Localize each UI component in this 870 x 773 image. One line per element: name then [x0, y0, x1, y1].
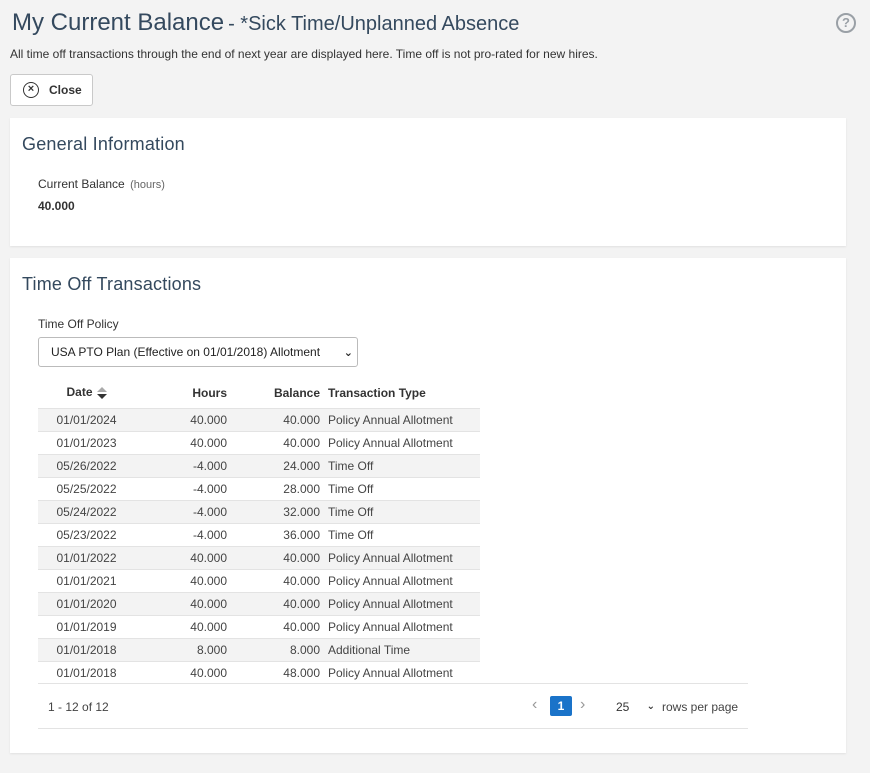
- cell-balance: 28.000: [232, 476, 320, 500]
- cell-hours: 40.000: [135, 660, 232, 684]
- cell-hours: 40.000: [135, 430, 232, 454]
- sort-icon[interactable]: [96, 386, 107, 400]
- cell-date: 01/01/2018: [38, 660, 135, 684]
- cell-transaction-type: Time Off: [320, 499, 480, 523]
- chevron-left-icon[interactable]: ‹: [532, 696, 537, 714]
- close-label: Close: [49, 83, 82, 97]
- pagination-bar: 1 - 12 of 12 ‹ 1 › 25 ⌄ rows per page: [38, 683, 748, 729]
- policy-label: Time Off Policy: [38, 317, 119, 331]
- general-heading: General Information: [22, 134, 185, 154]
- current-balance-label: Current Balance (hours): [38, 177, 165, 191]
- rows-per-page-select[interactable]: 25 ⌄: [612, 696, 658, 718]
- cell-hours: 8.000: [135, 637, 232, 661]
- table-row: 01/01/2018 8.000 8.000 Additional Time: [38, 637, 480, 661]
- cell-transaction-type: Policy Annual Allotment: [320, 545, 480, 569]
- table-row: 01/01/2024 40.000 40.000 Policy Annual Allo…: [38, 407, 480, 431]
- cell-date: 01/01/2024: [38, 407, 135, 431]
- rows-per-page-label: rows per page: [662, 700, 739, 714]
- record-count: 1 - 12 of 12: [48, 700, 109, 714]
- cell-transaction-type: Policy Annual Allotment: [320, 430, 480, 454]
- question-circle-icon[interactable]: ?: [836, 13, 856, 33]
- chevron-right-icon[interactable]: ›: [580, 696, 585, 714]
- page-subtitle: - *Sick Time/Unplanned Absence: [228, 13, 520, 35]
- cell-balance: 40.000: [232, 614, 320, 638]
- cell-hours: 40.000: [135, 591, 232, 615]
- chevron-down-icon: ⌄: [646, 701, 655, 712]
- cell-balance: 40.000: [232, 407, 320, 431]
- cell-balance: 40.000: [232, 568, 320, 592]
- column-header-date[interactable]: Date: [38, 378, 135, 408]
- cell-balance: 36.000: [232, 522, 320, 546]
- cell-transaction-type: Policy Annual Allotment: [320, 407, 480, 431]
- current-balance-value: 40.000: [38, 199, 75, 213]
- cell-balance: 24.000: [232, 453, 320, 477]
- cell-hours: -4.000: [135, 453, 232, 477]
- table-row: 01/01/2020 40.000 40.000 Policy Annual Allo…: [38, 591, 480, 615]
- balance-label-text: Current Balance: [38, 177, 125, 191]
- column-header-transaction-type: Transaction Type: [328, 385, 426, 400]
- cell-hours: -4.000: [135, 522, 232, 546]
- cell-date: 05/23/2022: [38, 522, 135, 546]
- time-off-transactions-card: Time Off Transactions Time Off Policy US…: [10, 258, 846, 753]
- table-row: 01/01/2023 40.000 40.000 Policy Annual Allo…: [38, 430, 480, 454]
- cell-hours: -4.000: [135, 499, 232, 523]
- cell-transaction-type: Policy Annual Allotment: [320, 591, 480, 615]
- table-row: 05/25/2022 -4.000 28.000 Time Off: [38, 476, 480, 500]
- date-header-label: Date: [66, 385, 93, 400]
- page-title-main: My Current Balance: [12, 9, 225, 36]
- cell-balance: 8.000: [232, 637, 320, 661]
- close-circle-icon: ×: [23, 82, 39, 98]
- cell-date: 01/01/2019: [38, 614, 135, 638]
- transactions-table: Date Hours Balance Transaction Type 01/0…: [38, 378, 480, 684]
- page-button-current[interactable]: 1: [550, 696, 572, 716]
- rows-per-page-value: 25: [616, 700, 630, 714]
- cell-date: 01/01/2021: [38, 568, 135, 592]
- cell-transaction-type: Time Off: [320, 476, 480, 500]
- cell-balance: 32.000: [232, 499, 320, 523]
- cell-balance: 40.000: [232, 545, 320, 569]
- transactions-heading: Time Off Transactions: [22, 274, 202, 294]
- chevron-down-icon: ⌄: [343, 347, 353, 359]
- cell-balance: 40.000: [232, 430, 320, 454]
- balance-unit: (hours): [130, 179, 165, 191]
- column-header-balance: Balance: [273, 385, 320, 400]
- cell-transaction-type: Time Off: [320, 453, 480, 477]
- cell-date: 05/25/2022: [38, 476, 135, 500]
- cell-hours: 40.000: [135, 545, 232, 569]
- close-button[interactable]: × Close: [10, 74, 93, 106]
- cell-date: 01/01/2022: [38, 545, 135, 569]
- table-row: 01/01/2018 40.000 48.000 Policy Annual Allo…: [38, 660, 480, 684]
- policy-select-value: USA PTO Plan (Effective on 01/01/2018) A…: [51, 345, 321, 359]
- cell-hours: 40.000: [135, 407, 232, 431]
- cell-date: 05/24/2022: [38, 499, 135, 523]
- cell-date: 05/26/2022: [38, 453, 135, 477]
- table-row: 01/01/2019 40.000 40.000 Policy Annual Allo…: [38, 614, 480, 638]
- general-information-card: General Information Current Balance (hou…: [10, 118, 846, 246]
- cell-hours: 40.000: [135, 614, 232, 638]
- table-row: 01/01/2021 40.000 40.000 Policy Annual Allo…: [38, 568, 480, 592]
- cell-date: 01/01/2023: [38, 430, 135, 454]
- cell-date: 01/01/2020: [38, 591, 135, 615]
- cell-transaction-type: Policy Annual Allotment: [320, 660, 480, 684]
- cell-transaction-type: Policy Annual Allotment: [320, 568, 480, 592]
- cell-transaction-type: Time Off: [320, 522, 480, 546]
- table-row: 05/24/2022 -4.000 32.000 Time Off: [38, 499, 480, 523]
- cell-hours: -4.000: [135, 476, 232, 500]
- column-header-hours: Hours: [192, 385, 227, 400]
- cell-date: 01/01/2018: [38, 637, 135, 661]
- cell-transaction-type: Additional Time: [320, 637, 480, 661]
- table-header-row: Date Hours Balance Transaction Type: [38, 378, 480, 408]
- table-row: 05/26/2022 -4.000 24.000 Time Off: [38, 453, 480, 477]
- table-row: 01/01/2022 40.000 40.000 Policy Annual Allo…: [38, 545, 480, 569]
- cell-hours: 40.000: [135, 568, 232, 592]
- intro-text: All time off transactions through the en…: [10, 47, 598, 61]
- table-row: 05/23/2022 -4.000 36.000 Time Off: [38, 522, 480, 546]
- page-title: My Current Balance - *Sick Time/Unplanned…: [12, 9, 519, 37]
- cell-balance: 48.000: [232, 660, 320, 684]
- cell-transaction-type: Policy Annual Allotment: [320, 614, 480, 638]
- cell-balance: 40.000: [232, 591, 320, 615]
- policy-select[interactable]: USA PTO Plan (Effective on 01/01/2018) A…: [38, 337, 358, 367]
